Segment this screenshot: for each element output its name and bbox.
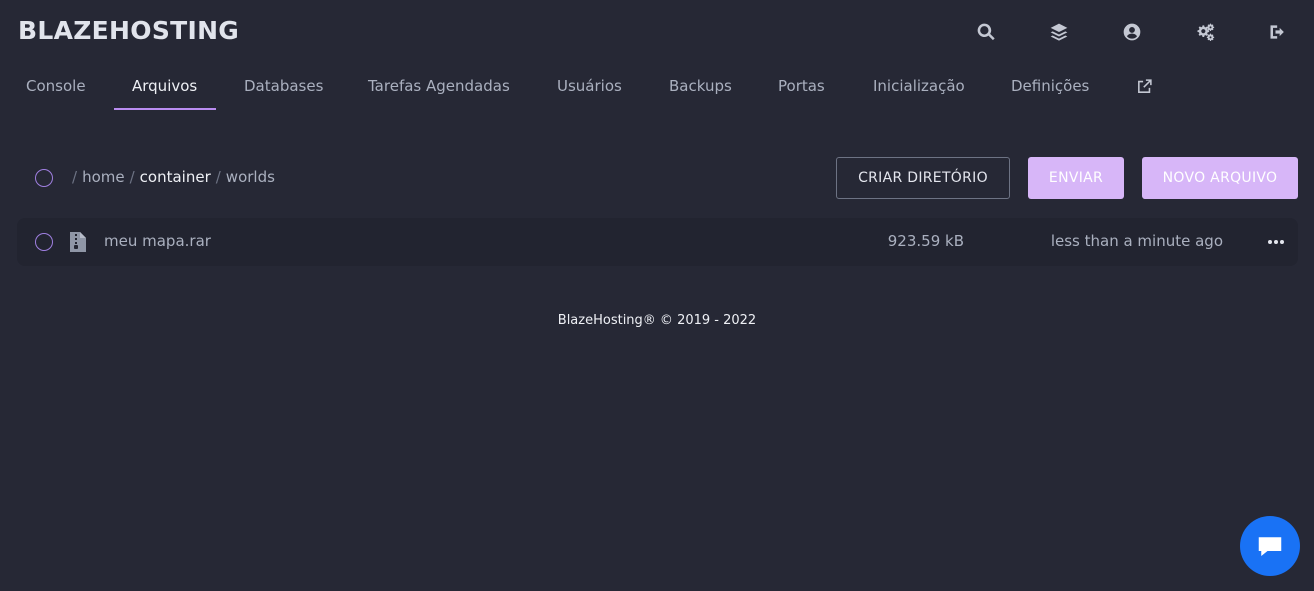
brand-title[interactable]: BLAZEHOSTING	[18, 16, 239, 45]
tab-tarefas-agendadas[interactable]: Tarefas Agendadas	[368, 64, 510, 112]
file-size: 923.59 kB	[887, 232, 964, 250]
file-modified: less than a minute ago	[1050, 232, 1223, 250]
top-icons	[925, 20, 1290, 44]
tab-definicoes[interactable]: Definições	[1011, 64, 1089, 112]
breadcrumb-separator: /	[129, 168, 135, 186]
chat-icon	[1258, 537, 1282, 556]
breadcrumb-container[interactable]: container	[140, 168, 211, 186]
breadcrumb: / home / container / worlds	[72, 168, 275, 186]
tab-portas[interactable]: Portas	[778, 64, 825, 112]
breadcrumb-separator: /	[215, 168, 221, 186]
new-file-button[interactable]: Novo Arquivo	[1142, 157, 1298, 199]
search-icon[interactable]	[974, 20, 998, 44]
tab-databases[interactable]: Databases	[244, 64, 323, 112]
cogs-icon[interactable]	[1193, 20, 1217, 44]
tab-console[interactable]: Console	[26, 64, 86, 112]
file-name[interactable]: meu mapa.rar	[104, 232, 211, 250]
file-toolbar: / home / container / worlds Criar Diretório E…	[0, 150, 1314, 206]
archive-file-icon	[70, 232, 86, 252]
file-row[interactable]: meu mapa.rar 923.59 kB less than a minut…	[17, 218, 1298, 266]
logout-icon[interactable]	[1266, 20, 1290, 44]
layers-icon[interactable]	[1047, 20, 1071, 44]
create-directory-button[interactable]: Criar Diretório	[836, 157, 1010, 199]
tab-inicializacao[interactable]: Inicialização	[873, 64, 965, 112]
chat-button[interactable]	[1240, 516, 1300, 576]
active-tab-indicator	[114, 108, 216, 110]
upload-button[interactable]: Enviar	[1028, 157, 1124, 199]
file-options-icon[interactable]	[1267, 230, 1285, 254]
file-select-checkbox[interactable]	[35, 233, 53, 251]
footer-copyright: BlazeHosting® © 2019 - 2022	[557, 313, 757, 328]
breadcrumb-separator: /	[72, 168, 78, 186]
breadcrumb-home[interactable]: home	[82, 168, 125, 186]
breadcrumb-worlds: worlds	[225, 168, 275, 186]
external-link-icon[interactable]	[1136, 78, 1153, 98]
tab-usuarios[interactable]: Usuários	[557, 64, 622, 112]
user-circle-icon[interactable]	[1120, 20, 1144, 44]
tab-arquivos[interactable]: Arquivos	[132, 64, 197, 112]
top-bar: BLAZEHOSTING	[0, 0, 1314, 64]
nav-tabs: Console Arquivos Databases Tarefas Agend…	[0, 64, 1314, 112]
tab-backups[interactable]: Backups	[669, 64, 732, 112]
select-all-checkbox[interactable]	[35, 169, 53, 187]
